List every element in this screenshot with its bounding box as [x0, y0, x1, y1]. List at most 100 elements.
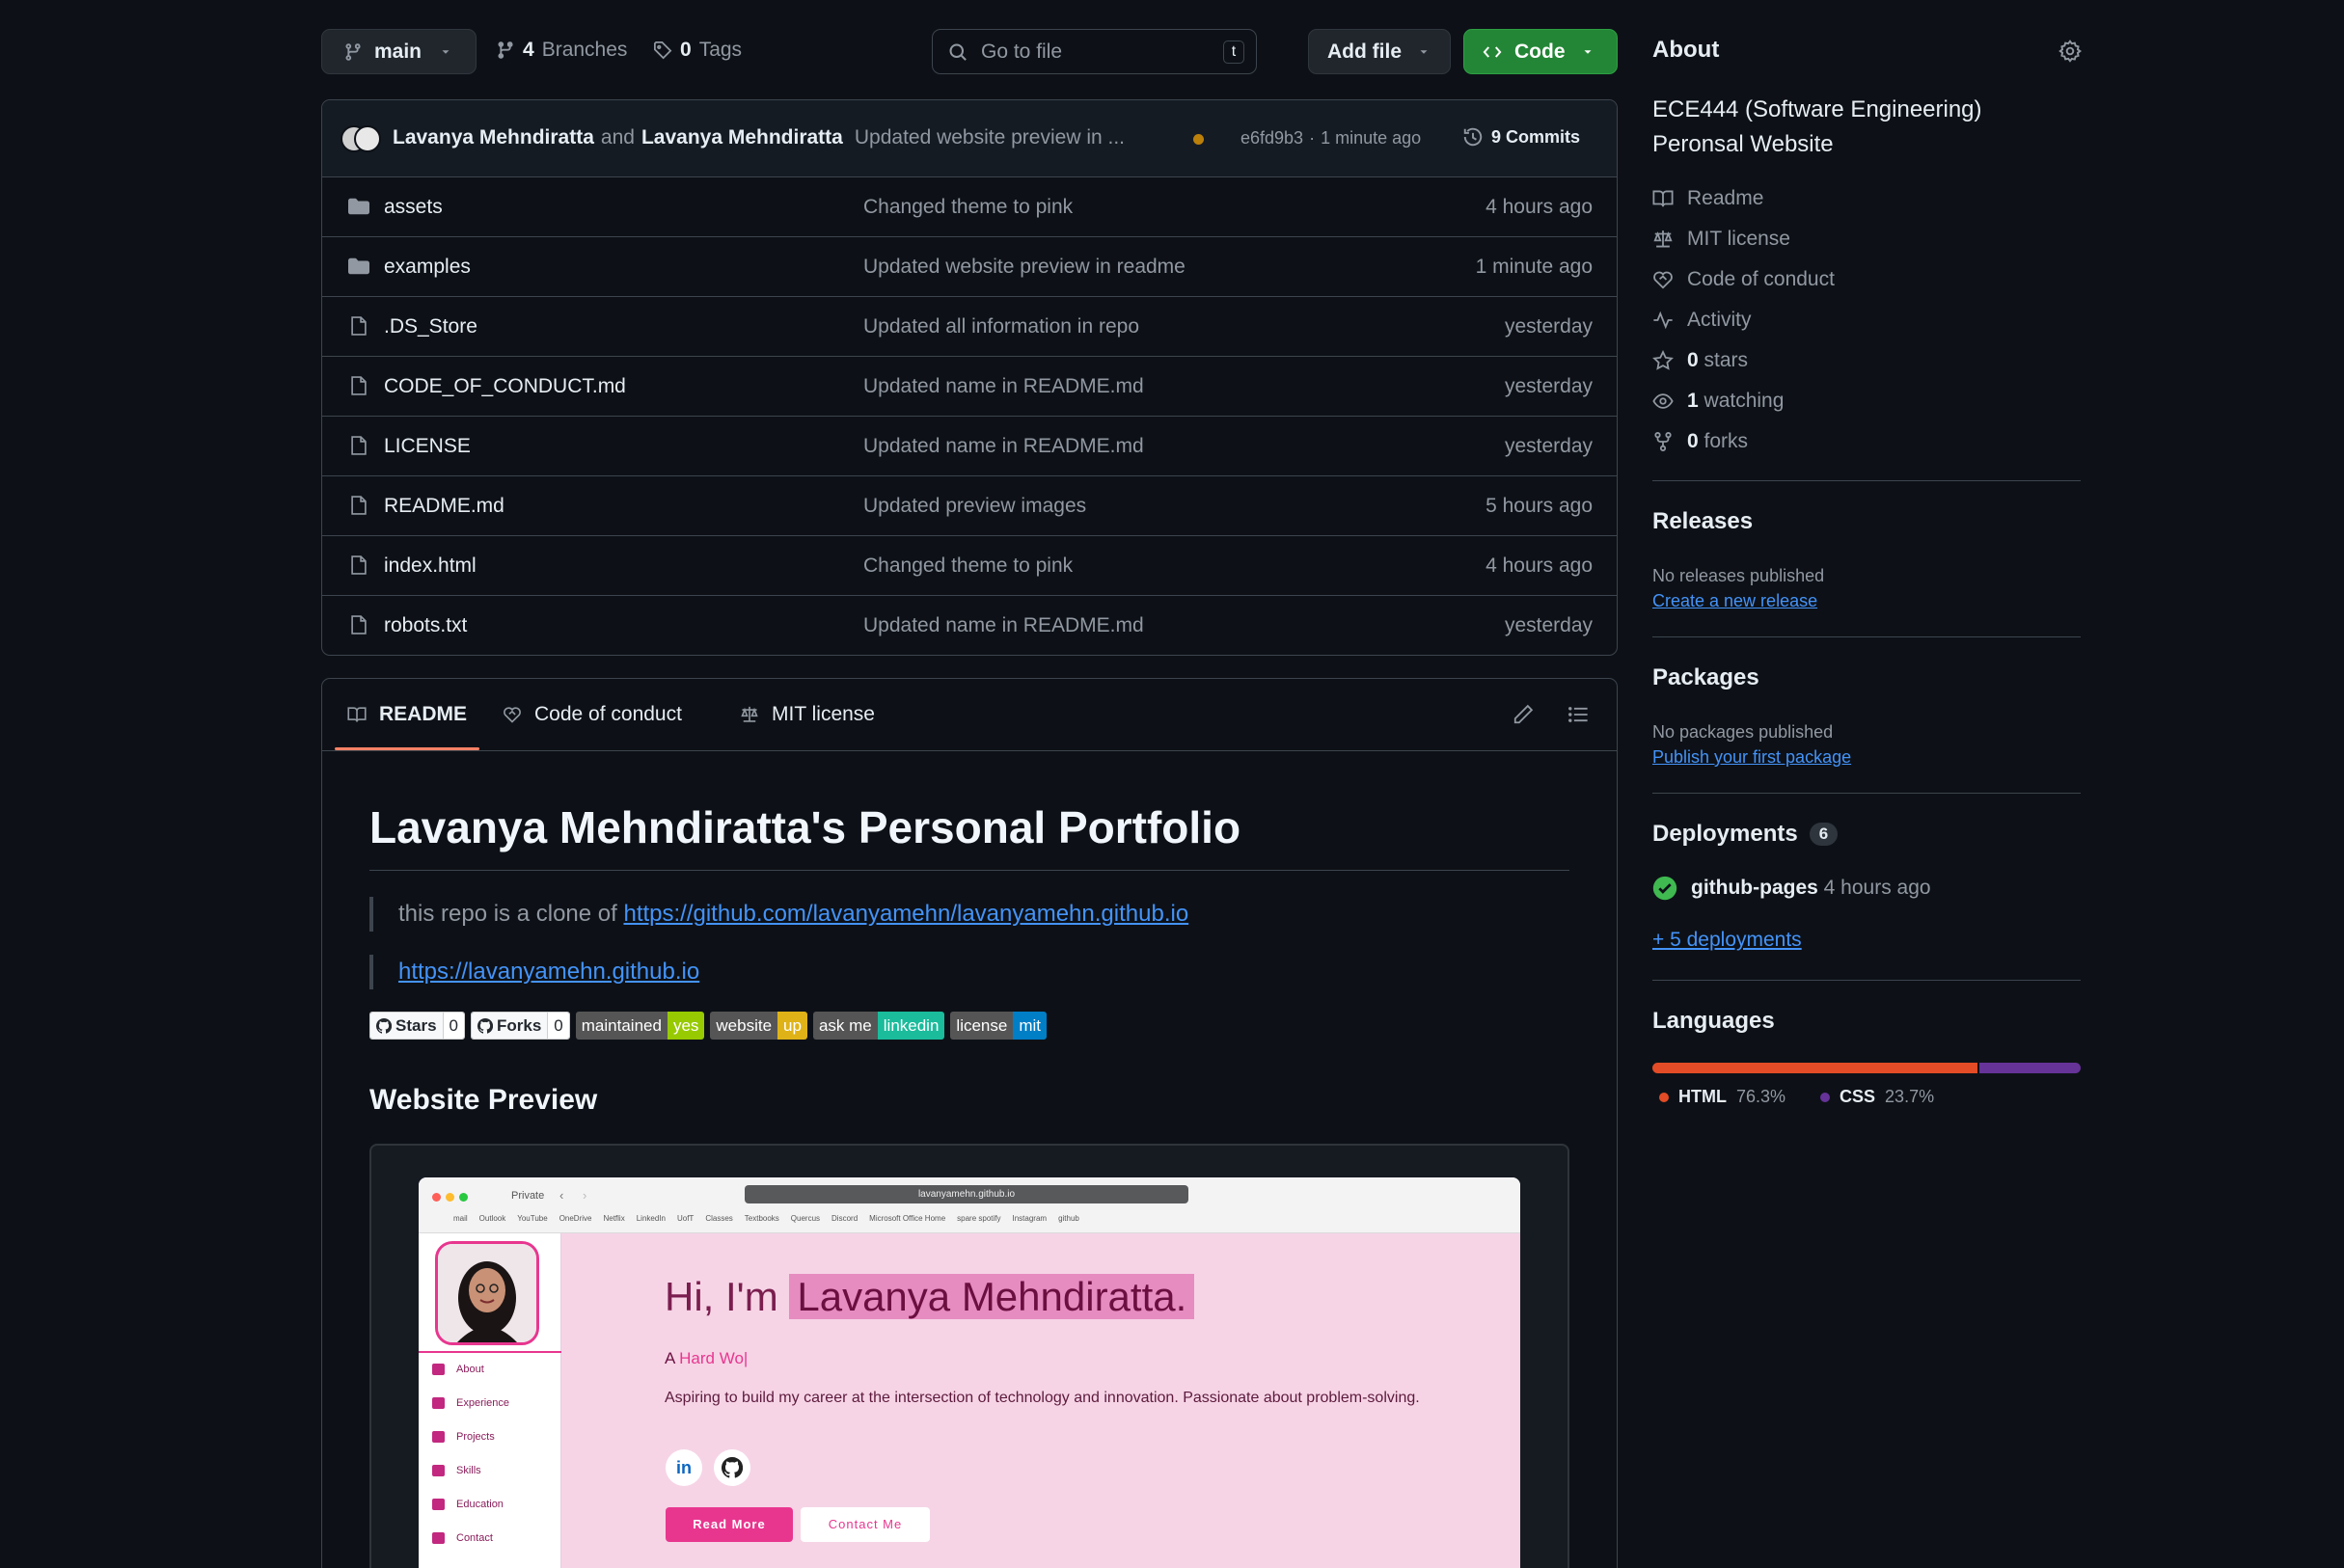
chevron-down-icon	[1581, 45, 1594, 59]
website-badge[interactable]: website up	[710, 1012, 807, 1040]
file-commit-message[interactable]: Changed theme to pink	[863, 196, 1073, 219]
bookmark-item: Discord	[831, 1214, 859, 1223]
bookmark-item: Outlook	[478, 1214, 506, 1223]
about-activity-label: Activity	[1687, 309, 1752, 331]
file-row[interactable]: CODE_OF_CONDUCT.md Updated name in README…	[322, 357, 1617, 417]
file-commit-message[interactable]: Updated name in README.md	[863, 435, 1144, 458]
tab-readme[interactable]: README	[346, 703, 467, 726]
gear-icon[interactable]	[2058, 40, 2082, 63]
language-percent: 76.3%	[1735, 1087, 1786, 1106]
tags-count: 0	[680, 39, 692, 61]
about-forks-link[interactable]: 0 forks	[1652, 430, 1748, 453]
about-readme-link[interactable]: Readme	[1652, 187, 1763, 210]
tab-mit-license[interactable]: MIT license	[739, 703, 875, 726]
site-link[interactable]: https://lavanyamehn.github.io	[398, 959, 699, 985]
file-name[interactable]: index.html	[384, 554, 477, 578]
file-row[interactable]: assets Changed theme to pink 4 hours ago	[322, 177, 1617, 237]
chevron-right-icon: ›	[583, 1188, 587, 1203]
typed-text: Hard Wo|	[679, 1349, 749, 1367]
preview-nav-label: About	[456, 1364, 484, 1375]
github-icon	[477, 1017, 493, 1034]
commit-hash[interactable]: e6fd9b3	[1240, 128, 1303, 149]
releases-none: No releases published	[1652, 566, 1825, 585]
tags-link[interactable]: 0 Tags	[653, 39, 742, 62]
file-name[interactable]: README.md	[384, 495, 504, 518]
about-watching-link[interactable]: 1 watching	[1652, 390, 1784, 413]
code-button[interactable]: Code	[1463, 29, 1618, 74]
forks-badge[interactable]: Forks 0	[471, 1012, 570, 1040]
file-name[interactable]: assets	[384, 196, 443, 219]
askme-badge[interactable]: ask me linkedin	[812, 1012, 945, 1040]
contact-me-button[interactable]: Contact Me	[801, 1507, 930, 1542]
deployments-title[interactable]: Deployments	[1652, 821, 1798, 848]
file-row[interactable]: README.md Updated preview images 5 hours a…	[322, 476, 1617, 536]
badge-row: Stars 0 Forks 0 maintained yes website u…	[369, 1012, 1052, 1040]
linkedin-icon[interactable]: in	[666, 1449, 702, 1486]
github-icon	[376, 1017, 392, 1034]
about-activity-link[interactable]: Activity	[1652, 309, 1752, 332]
license-badge[interactable]: license mit	[950, 1012, 1048, 1040]
deployment-item[interactable]: github-pages 4 hours ago	[1652, 876, 1931, 901]
nav-bullet-icon	[432, 1431, 445, 1443]
file-commit-message[interactable]: Updated name in README.md	[863, 614, 1144, 637]
publish-package-link[interactable]: Publish your first package	[1652, 747, 1851, 768]
forks-count: 0	[1687, 430, 1699, 452]
branch-name: main	[374, 40, 422, 63]
more-deployments-link[interactable]: + 5 deployments	[1652, 929, 1802, 952]
file-row[interactable]: LICENSE Updated name in README.md yesterda…	[322, 417, 1617, 476]
file-name[interactable]: .DS_Store	[384, 315, 477, 338]
bookmark-item: UofT	[676, 1214, 695, 1223]
file-row[interactable]: examples Updated website preview in readm…	[322, 237, 1617, 297]
tab-code-of-conduct[interactable]: Code of conduct	[502, 703, 682, 726]
go-to-file-input[interactable]: Go to file t	[932, 29, 1257, 74]
branch-selector[interactable]: main	[321, 29, 477, 74]
maintained-badge[interactable]: maintained yes	[575, 1012, 705, 1040]
book-icon	[346, 705, 368, 724]
file-name[interactable]: robots.txt	[384, 614, 467, 637]
language-legend-item[interactable]: CSS 23.7%	[1820, 1087, 1934, 1107]
file-row[interactable]: robots.txt Updated name in README.md yeste…	[322, 596, 1617, 655]
packages-title[interactable]: Packages	[1652, 664, 1759, 691]
clone-link[interactable]: https://github.com/lavanyamehn/lavanyame…	[623, 901, 1188, 927]
file-name[interactable]: examples	[384, 256, 471, 279]
create-release-link[interactable]: Create a new release	[1652, 591, 1817, 611]
file-row[interactable]: .DS_Store Updated all information in repo…	[322, 297, 1617, 357]
maintained-badge-value: yes	[667, 1012, 705, 1040]
preview-sidebar: About Experience Projects Skills Education Co…	[419, 1233, 561, 1568]
branches-link[interactable]: 4 Branches	[496, 39, 627, 62]
file-name[interactable]: LICENSE	[384, 435, 471, 458]
commit-author-1[interactable]: Lavanya Mehndiratta	[393, 126, 594, 149]
file-commit-message[interactable]: Updated preview images	[863, 495, 1086, 518]
bookmark-item: Netflix	[603, 1214, 625, 1223]
commit-author-2[interactable]: Lavanya Mehndiratta	[641, 126, 843, 149]
forks-badge-label: Forks	[497, 1015, 542, 1035]
list-icon[interactable]	[1567, 704, 1590, 725]
bookmark-item: Quercus	[790, 1214, 821, 1223]
file-commit-message[interactable]: Updated name in README.md	[863, 375, 1144, 398]
pencil-icon[interactable]	[1513, 704, 1534, 725]
file-commit-message[interactable]: Updated all information in repo	[863, 315, 1139, 338]
file-commit-message[interactable]: Changed theme to pink	[863, 554, 1073, 578]
releases-title[interactable]: Releases	[1652, 508, 1753, 535]
commits-link[interactable]: 9 Commits	[1462, 126, 1580, 148]
avatar[interactable]	[341, 125, 385, 152]
preview-nav-label: Projects	[456, 1431, 495, 1443]
file-commit-time: yesterday	[1504, 435, 1593, 457]
stars-badge[interactable]: Stars 0	[369, 1012, 465, 1040]
commit-and: and	[600, 126, 635, 149]
about-conduct-link[interactable]: Code of conduct	[1652, 268, 1835, 291]
file-name[interactable]: CODE_OF_CONDUCT.md	[384, 375, 626, 398]
stars-badge-count: 0	[442, 1013, 464, 1039]
about-stars-link[interactable]: 0 stars	[1652, 349, 1748, 372]
commit-message[interactable]: Updated website preview in ...	[855, 126, 1125, 149]
askme-badge-value: linkedin	[877, 1012, 945, 1040]
about-license-link[interactable]: MIT license	[1652, 228, 1790, 251]
file-commit-message[interactable]: Updated website preview in readme	[863, 256, 1186, 279]
read-more-button[interactable]: Read More	[666, 1507, 793, 1542]
tag-icon	[653, 41, 672, 60]
deployments-count-badge: 6	[1809, 823, 1839, 846]
language-legend-item[interactable]: HTML 76.3%	[1659, 1087, 1785, 1107]
file-row[interactable]: index.html Changed theme to pink 4 hours a…	[322, 536, 1617, 596]
add-file-button[interactable]: Add file	[1308, 29, 1451, 74]
github-icon[interactable]	[714, 1449, 750, 1486]
